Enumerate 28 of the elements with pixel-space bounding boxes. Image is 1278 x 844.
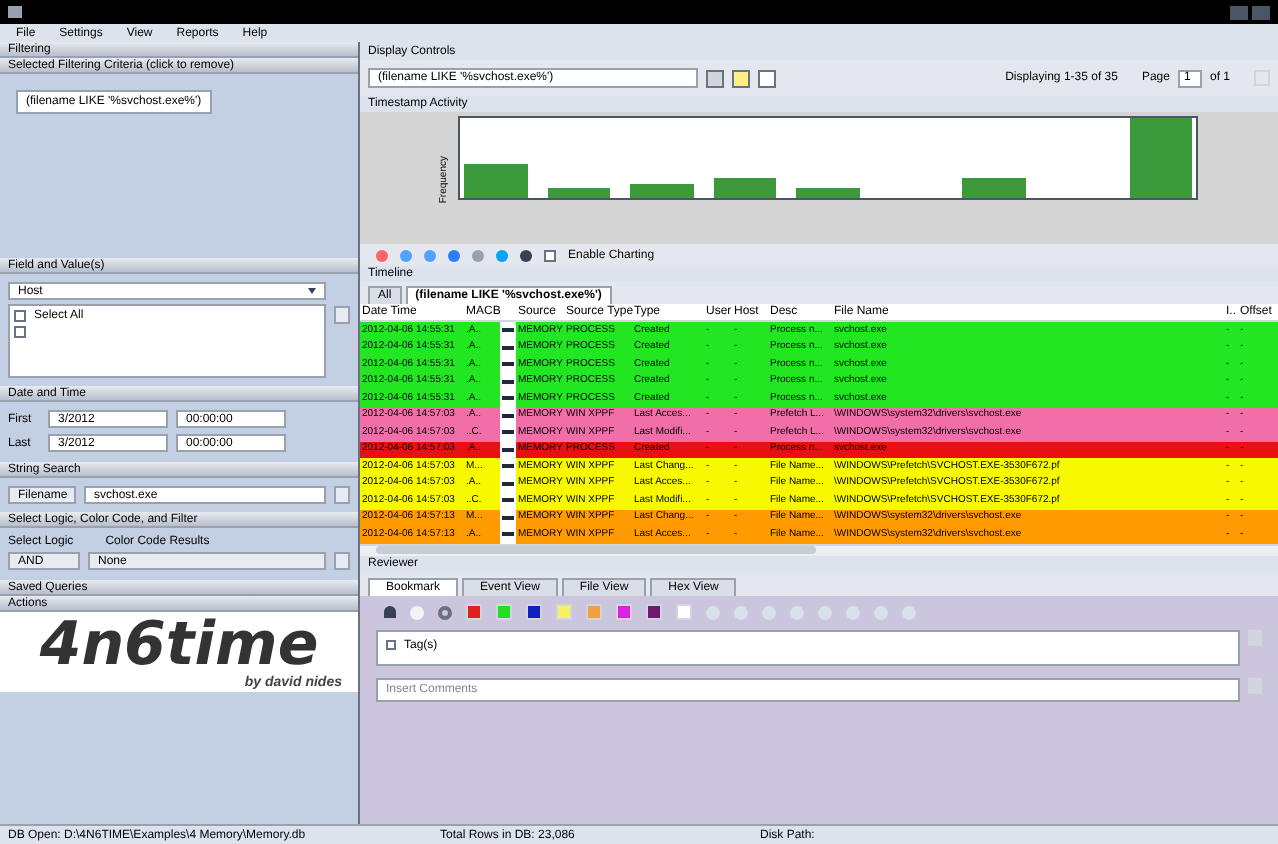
chart-bar [464, 164, 528, 198]
color-swatch[interactable] [466, 604, 482, 620]
scrollbar-thumb[interactable] [376, 546, 816, 554]
chart-bar [630, 183, 694, 198]
color-swatch[interactable] [556, 604, 572, 620]
app-icon [8, 6, 22, 18]
chart-bar [713, 178, 777, 198]
checkbox[interactable] [386, 639, 396, 649]
chart-bar [547, 188, 611, 198]
color-swatch[interactable] [496, 604, 512, 620]
color-swatch[interactable] [526, 604, 542, 620]
logo-text: 4n6time [39, 615, 319, 675]
apply-button[interactable] [334, 306, 350, 324]
color-swatch[interactable] [646, 604, 662, 620]
filter-button[interactable] [334, 552, 350, 570]
chart-bar [796, 188, 860, 198]
chart-bar [1129, 118, 1193, 198]
checkbox[interactable] [14, 310, 26, 322]
color-swatch[interactable] [616, 604, 632, 620]
minimize-button[interactable] [1230, 5, 1248, 19]
search-button[interactable] [334, 486, 350, 504]
checkbox[interactable] [14, 326, 26, 338]
dropdown-arrow-icon [308, 288, 316, 294]
color-swatch[interactable] [586, 604, 602, 620]
checkbox[interactable] [544, 249, 556, 261]
color-swatch[interactable] [676, 604, 692, 620]
chart-bar [962, 178, 1026, 198]
maximize-button[interactable] [1252, 5, 1270, 19]
